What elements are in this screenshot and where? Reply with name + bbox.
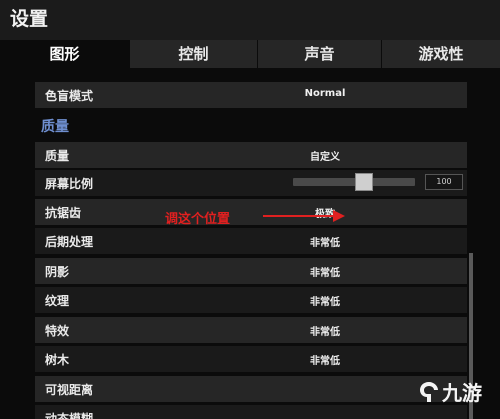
annotation-text: 调这个位置 — [165, 212, 231, 227]
setting-row-textures[interactable]: 纹理 非常低 — [35, 287, 467, 313]
setting-row-colorblind[interactable]: 色盲模式 Normal — [35, 82, 467, 108]
setting-label: 纹理 — [45, 294, 70, 308]
annotation-arrow-icon — [263, 210, 345, 222]
setting-value[interactable]: 非常低 — [280, 293, 370, 308]
setting-label: 质量 — [45, 149, 70, 163]
setting-value[interactable]: 非常低 — [280, 234, 370, 249]
tab-gameplay[interactable]: 游戏性 — [382, 40, 500, 68]
tab-controls[interactable]: 控制 — [130, 40, 258, 68]
setting-row-motion-blur[interactable]: 动态模糊 — [35, 405, 467, 419]
setting-row-foliage[interactable]: 树木 非常低 — [35, 346, 467, 372]
watermark: 九游 — [418, 377, 482, 406]
tab-graphics[interactable]: 图形 — [0, 40, 130, 68]
setting-label: 动态模糊 — [45, 412, 94, 419]
screen-ratio-value-box[interactable]: 100 — [425, 174, 463, 190]
setting-value[interactable]: 非常低 — [280, 264, 370, 279]
setting-value[interactable]: 自定义 — [280, 148, 370, 163]
section-title-quality: 质量 — [41, 119, 69, 135]
setting-value[interactable]: Normal — [280, 88, 370, 99]
setting-label: 阴影 — [45, 265, 70, 279]
setting-value[interactable]: 非常低 — [280, 352, 370, 367]
jiuyou-logo-icon — [420, 381, 438, 402]
settings-tabs: 图形 控制 声音 游戏性 — [0, 40, 500, 68]
setting-row-effects[interactable]: 特效 非常低 — [35, 317, 467, 343]
settings-panel: 色盲模式 Normal 质量 质量 自定义 屏幕比例 100 抗锯齿 极致 后期… — [35, 78, 467, 419]
setting-row-postprocess[interactable]: 后期处理 非常低 — [35, 228, 467, 254]
screen-ratio-slider-thumb[interactable] — [355, 173, 374, 191]
watermark-text: 九游 — [442, 381, 482, 405]
setting-row-quality[interactable]: 质量 自定义 — [35, 142, 467, 168]
title-bar: 设置 — [0, 0, 500, 40]
window-title: 设置 — [10, 8, 49, 30]
setting-row-view-distance[interactable]: 可视距离 — [35, 376, 467, 402]
setting-value[interactable]: 非常低 — [280, 323, 370, 338]
setting-label: 抗锯齿 — [45, 206, 82, 220]
setting-label: 后期处理 — [45, 235, 94, 249]
tab-sound[interactable]: 声音 — [258, 40, 382, 68]
setting-row-antialiasing[interactable]: 抗锯齿 极致 — [35, 199, 467, 225]
setting-label: 特效 — [45, 324, 70, 338]
setting-label: 色盲模式 — [45, 89, 94, 103]
setting-label: 屏幕比例 — [45, 177, 94, 191]
setting-label: 可视距离 — [45, 383, 94, 397]
setting-label: 树木 — [45, 353, 70, 367]
setting-row-shadows[interactable]: 阴影 非常低 — [35, 258, 467, 284]
screen-ratio-slider-track[interactable] — [293, 178, 415, 186]
